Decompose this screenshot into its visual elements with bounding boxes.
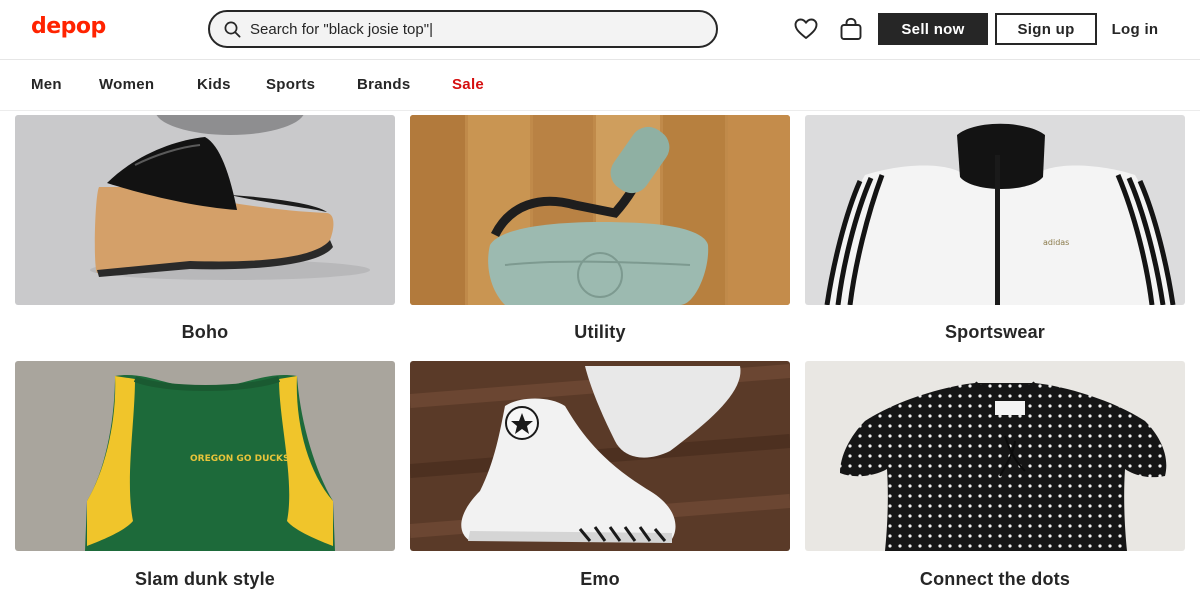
category-tile-sportswear[interactable]: adidas Sportswear bbox=[805, 115, 1185, 342]
tile-image bbox=[15, 115, 395, 305]
nav-item-kids[interactable]: Kids bbox=[197, 76, 231, 93]
depop-logo[interactable]: depop bbox=[31, 14, 106, 39]
category-label: Utility bbox=[574, 322, 626, 342]
platform-sandal-image bbox=[15, 115, 395, 305]
nav-item-brands[interactable]: Brands bbox=[357, 76, 410, 93]
category-tile-utility[interactable]: Utility bbox=[410, 115, 790, 342]
nav-item-men[interactable]: Men bbox=[31, 76, 62, 93]
tile-image: adidas bbox=[805, 115, 1185, 305]
basketball-jersey-image: OREGON GO DUCKS bbox=[15, 361, 395, 551]
tile-image bbox=[410, 115, 790, 305]
nav-item-sports[interactable]: Sports bbox=[266, 76, 315, 93]
nav-item-women[interactable]: Women bbox=[99, 76, 154, 93]
category-label: Slam dunk style bbox=[134, 569, 276, 589]
sell-now-button[interactable]: Sell now bbox=[878, 13, 988, 45]
tile-image bbox=[805, 361, 1185, 551]
category-label: Emo bbox=[580, 569, 620, 589]
search-input[interactable] bbox=[250, 20, 690, 38]
category-label: Connect the dots bbox=[919, 569, 1071, 589]
tile-image bbox=[410, 361, 790, 551]
category-label: Boho bbox=[181, 322, 229, 342]
white-high-top-sneakers-image bbox=[410, 361, 790, 551]
category-label: Sportswear bbox=[944, 322, 1046, 342]
log-in-button[interactable]: Log in bbox=[1104, 13, 1166, 45]
category-tile-boho[interactable]: Boho bbox=[15, 115, 395, 342]
track-jacket-image: adidas bbox=[805, 115, 1185, 305]
heart-icon[interactable] bbox=[793, 16, 819, 42]
search-icon bbox=[224, 21, 241, 38]
site-header: depop Sell now Sign up Log in bbox=[0, 0, 1200, 60]
sign-up-button[interactable]: Sign up bbox=[995, 13, 1097, 45]
crossbody-bag-image bbox=[410, 115, 790, 305]
category-tile-connect-the-dots[interactable]: Connect the dots bbox=[805, 361, 1185, 589]
bag-icon[interactable] bbox=[838, 16, 864, 42]
search-bar[interactable] bbox=[208, 10, 718, 48]
polka-dot-top-image bbox=[805, 361, 1185, 551]
svg-text:OREGON GO DUCKS: OREGON GO DUCKS bbox=[190, 454, 289, 464]
category-nav: Men Women Kids Sports Brands Sale bbox=[0, 61, 1200, 111]
category-tile-slam-dunk-style[interactable]: OREGON GO DUCKS Slam dunk style bbox=[15, 361, 395, 589]
tile-image: OREGON GO DUCKS bbox=[15, 361, 395, 551]
category-tile-emo[interactable]: Emo bbox=[410, 361, 790, 589]
svg-text:adidas: adidas bbox=[1043, 238, 1069, 247]
nav-item-sale[interactable]: Sale bbox=[452, 76, 484, 93]
